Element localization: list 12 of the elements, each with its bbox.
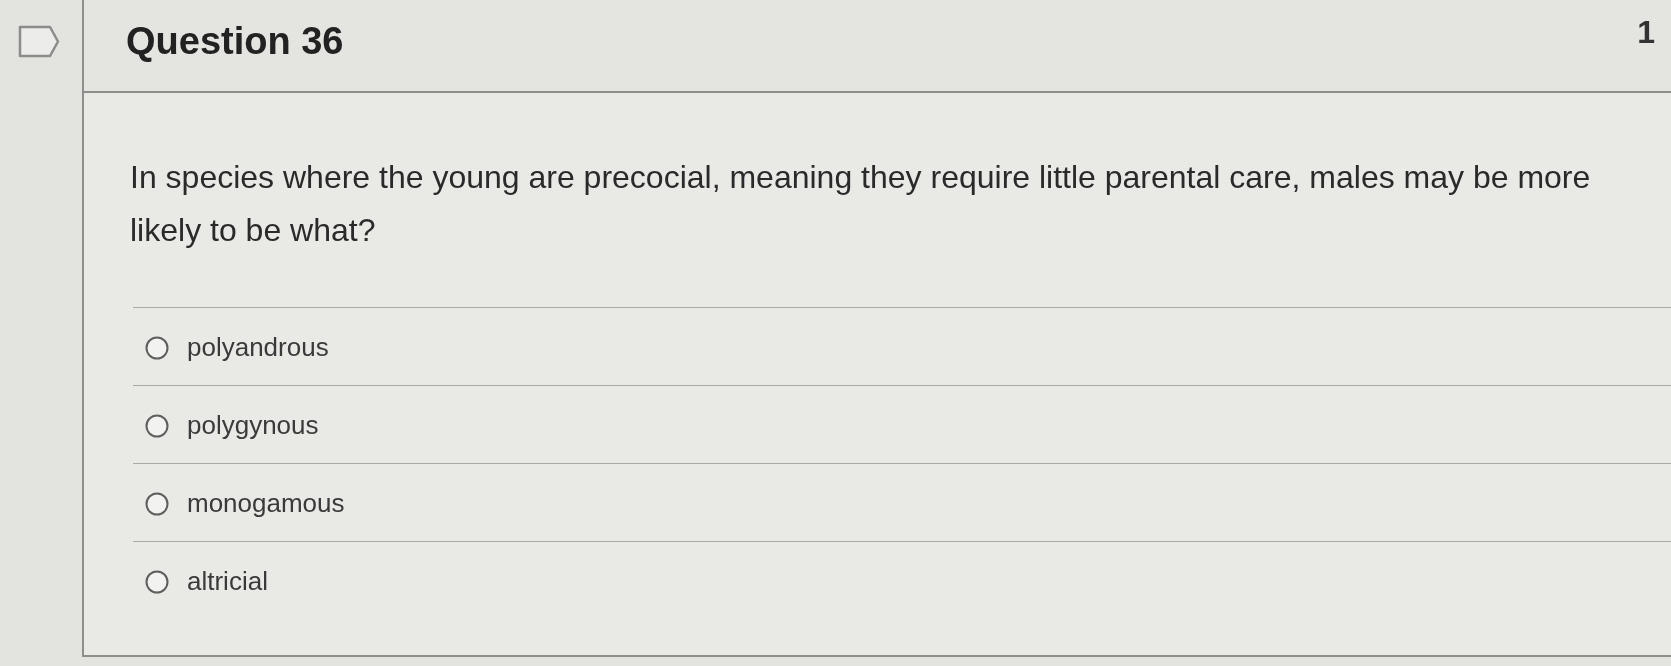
question-title: Question 36 [126,20,344,63]
answer-option[interactable]: polygynous [133,385,1671,463]
flag-icon[interactable] [18,25,60,58]
radio-button-icon[interactable] [145,569,169,594]
radio-button-icon[interactable] [145,491,169,516]
radio-button-icon[interactable] [145,335,169,360]
radio-button-icon[interactable] [145,413,169,438]
question-text: In species where the young are precocial, meaning they require little parental care, males may be more likely to be what? [130,158,1592,250]
answer-option[interactable]: altricial [133,541,1671,619]
points-label: 1 [1637,14,1655,51]
answer-option[interactable]: polyandrous [133,307,1671,385]
answer-option[interactable]: monogamous [133,463,1671,541]
